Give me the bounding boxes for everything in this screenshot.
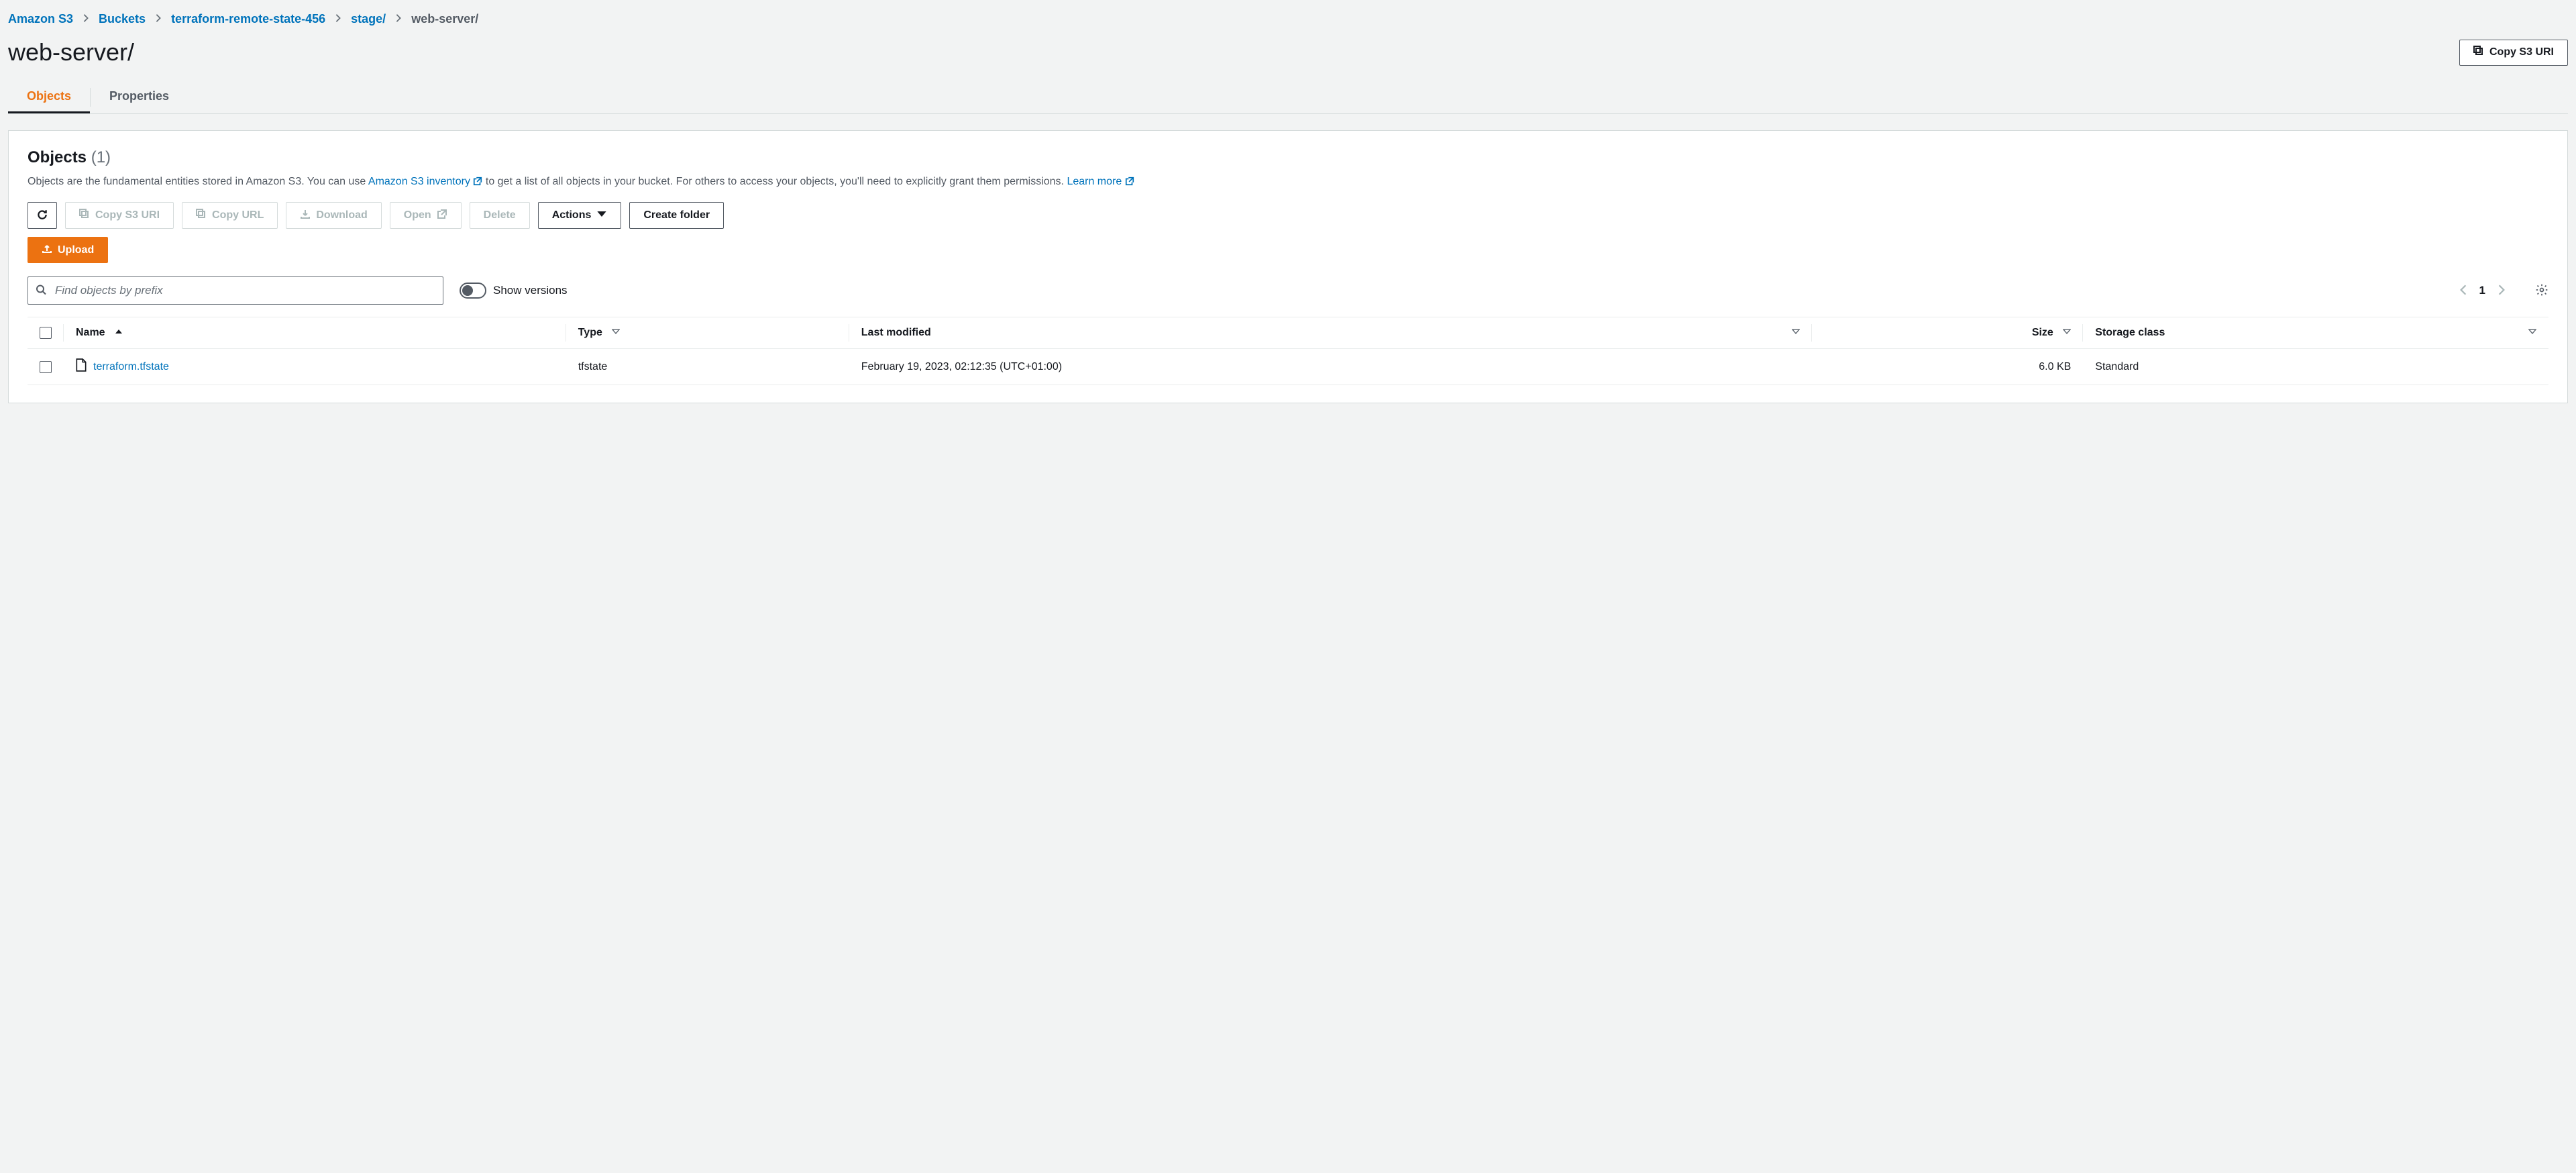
- file-icon: [76, 358, 87, 375]
- delete-button[interactable]: Delete: [470, 202, 530, 229]
- breadcrumb-current: web-server/: [411, 12, 478, 26]
- cell-last-modified: February 19, 2023, 02:12:35 (UTC+01:00): [849, 349, 1812, 385]
- objects-panel: Objects (1) Objects are the fundamental …: [8, 130, 2568, 403]
- page-prev[interactable]: [2459, 284, 2467, 298]
- col-size-label: Size: [2032, 327, 2053, 338]
- file-link[interactable]: terraform.tfstate: [93, 361, 169, 373]
- breadcrumb: Amazon S3 Buckets terraform-remote-state…: [8, 8, 2568, 38]
- download-icon: [300, 209, 311, 223]
- toolbar: Copy S3 URI Copy URL Download Open: [28, 202, 2548, 229]
- sort-icon: [612, 327, 620, 338]
- open-button[interactable]: Open: [390, 202, 462, 229]
- copy-s3-uri-label: Copy S3 URI: [95, 209, 160, 221]
- tab-objects[interactable]: Objects: [8, 81, 90, 113]
- copy-url-label: Copy URL: [212, 209, 264, 221]
- upload-icon: [42, 243, 52, 257]
- col-storage-class[interactable]: Storage class: [2083, 317, 2548, 349]
- sort-icon: [1792, 327, 1800, 339]
- panel-title-text: Objects: [28, 148, 87, 166]
- panel-count: (1): [91, 148, 111, 166]
- copy-icon: [196, 209, 207, 223]
- copy-s3-uri-label: Copy S3 URI: [2489, 46, 2554, 58]
- copy-url-button[interactable]: Copy URL: [182, 202, 278, 229]
- copy-s3-uri-button[interactable]: Copy S3 URI: [65, 202, 174, 229]
- search-icon: [36, 285, 46, 297]
- create-folder-label: Create folder: [643, 209, 710, 221]
- breadcrumb-item-bucket[interactable]: terraform-remote-state-456: [171, 12, 325, 26]
- inventory-link[interactable]: Amazon S3 inventory: [368, 176, 483, 187]
- col-name[interactable]: Name: [64, 317, 566, 349]
- breadcrumb-item-buckets[interactable]: Buckets: [99, 12, 146, 26]
- settings-button[interactable]: [2535, 283, 2548, 299]
- external-link-icon: [473, 175, 482, 191]
- panel-desc-pre: Objects are the fundamental entities sto…: [28, 176, 368, 187]
- col-type-label: Type: [578, 327, 602, 338]
- row-checkbox[interactable]: [40, 361, 52, 373]
- show-versions-label: Show versions: [493, 284, 568, 297]
- download-label: Download: [316, 209, 367, 221]
- upload-button[interactable]: Upload: [28, 237, 108, 263]
- toggle-knob: [462, 285, 473, 296]
- copy-icon: [2473, 46, 2484, 60]
- breadcrumb-item-s3[interactable]: Amazon S3: [8, 12, 73, 26]
- create-folder-button[interactable]: Create folder: [629, 202, 724, 229]
- external-link-icon: [1125, 175, 1134, 191]
- learn-more-link[interactable]: Learn more: [1067, 176, 1134, 187]
- panel-description: Objects are the fundamental entities sto…: [28, 174, 2548, 191]
- sort-icon: [2528, 327, 2536, 339]
- panel-desc-mid: to get a list of all objects in your buc…: [482, 176, 1067, 187]
- col-size[interactable]: Size: [1812, 317, 2083, 349]
- sort-icon: [2063, 327, 2071, 338]
- delete-label: Delete: [484, 209, 516, 221]
- chevron-right-icon: [155, 12, 162, 26]
- open-label: Open: [404, 209, 431, 221]
- chevron-right-icon: [395, 12, 402, 26]
- search-box: [28, 276, 443, 305]
- page-title: web-server/: [8, 38, 134, 66]
- cell-size: 6.0 KB: [1812, 349, 2083, 385]
- refresh-icon: [36, 209, 48, 223]
- copy-s3-uri-button-header[interactable]: Copy S3 URI: [2459, 40, 2568, 66]
- search-input[interactable]: [28, 276, 443, 305]
- cell-storage-class: Standard: [2083, 349, 2548, 385]
- col-storage-class-label: Storage class: [2095, 327, 2165, 338]
- tabs: Objects Properties: [8, 81, 2568, 114]
- page-number: 1: [2479, 284, 2485, 297]
- col-last-modified[interactable]: Last modified: [849, 317, 1812, 349]
- page-next[interactable]: [2498, 284, 2506, 298]
- table-row: terraform.tfstate tfstate February 19, 2…: [28, 349, 2548, 385]
- breadcrumb-item-stage[interactable]: stage/: [351, 12, 386, 26]
- objects-table: Name Type Last modified: [28, 317, 2548, 385]
- refresh-button[interactable]: [28, 202, 57, 229]
- chevron-right-icon: [335, 12, 341, 26]
- external-link-icon: [437, 209, 447, 223]
- cell-type: tfstate: [566, 349, 849, 385]
- actions-button[interactable]: Actions: [538, 202, 622, 229]
- download-button[interactable]: Download: [286, 202, 381, 229]
- actions-label: Actions: [552, 209, 592, 221]
- col-name-label: Name: [76, 327, 105, 338]
- col-last-modified-label: Last modified: [861, 327, 931, 338]
- sort-asc-icon: [115, 327, 123, 338]
- col-type[interactable]: Type: [566, 317, 849, 349]
- upload-label: Upload: [58, 244, 94, 256]
- tab-properties[interactable]: Properties: [91, 81, 188, 113]
- copy-icon: [79, 209, 90, 223]
- chevron-right-icon: [83, 12, 89, 26]
- learn-more-label: Learn more: [1067, 176, 1122, 187]
- select-all-checkbox[interactable]: [40, 327, 52, 339]
- inventory-link-label: Amazon S3 inventory: [368, 176, 470, 187]
- pagination: 1: [2459, 284, 2506, 298]
- show-versions-toggle[interactable]: [460, 283, 486, 299]
- caret-down-icon: [596, 209, 607, 223]
